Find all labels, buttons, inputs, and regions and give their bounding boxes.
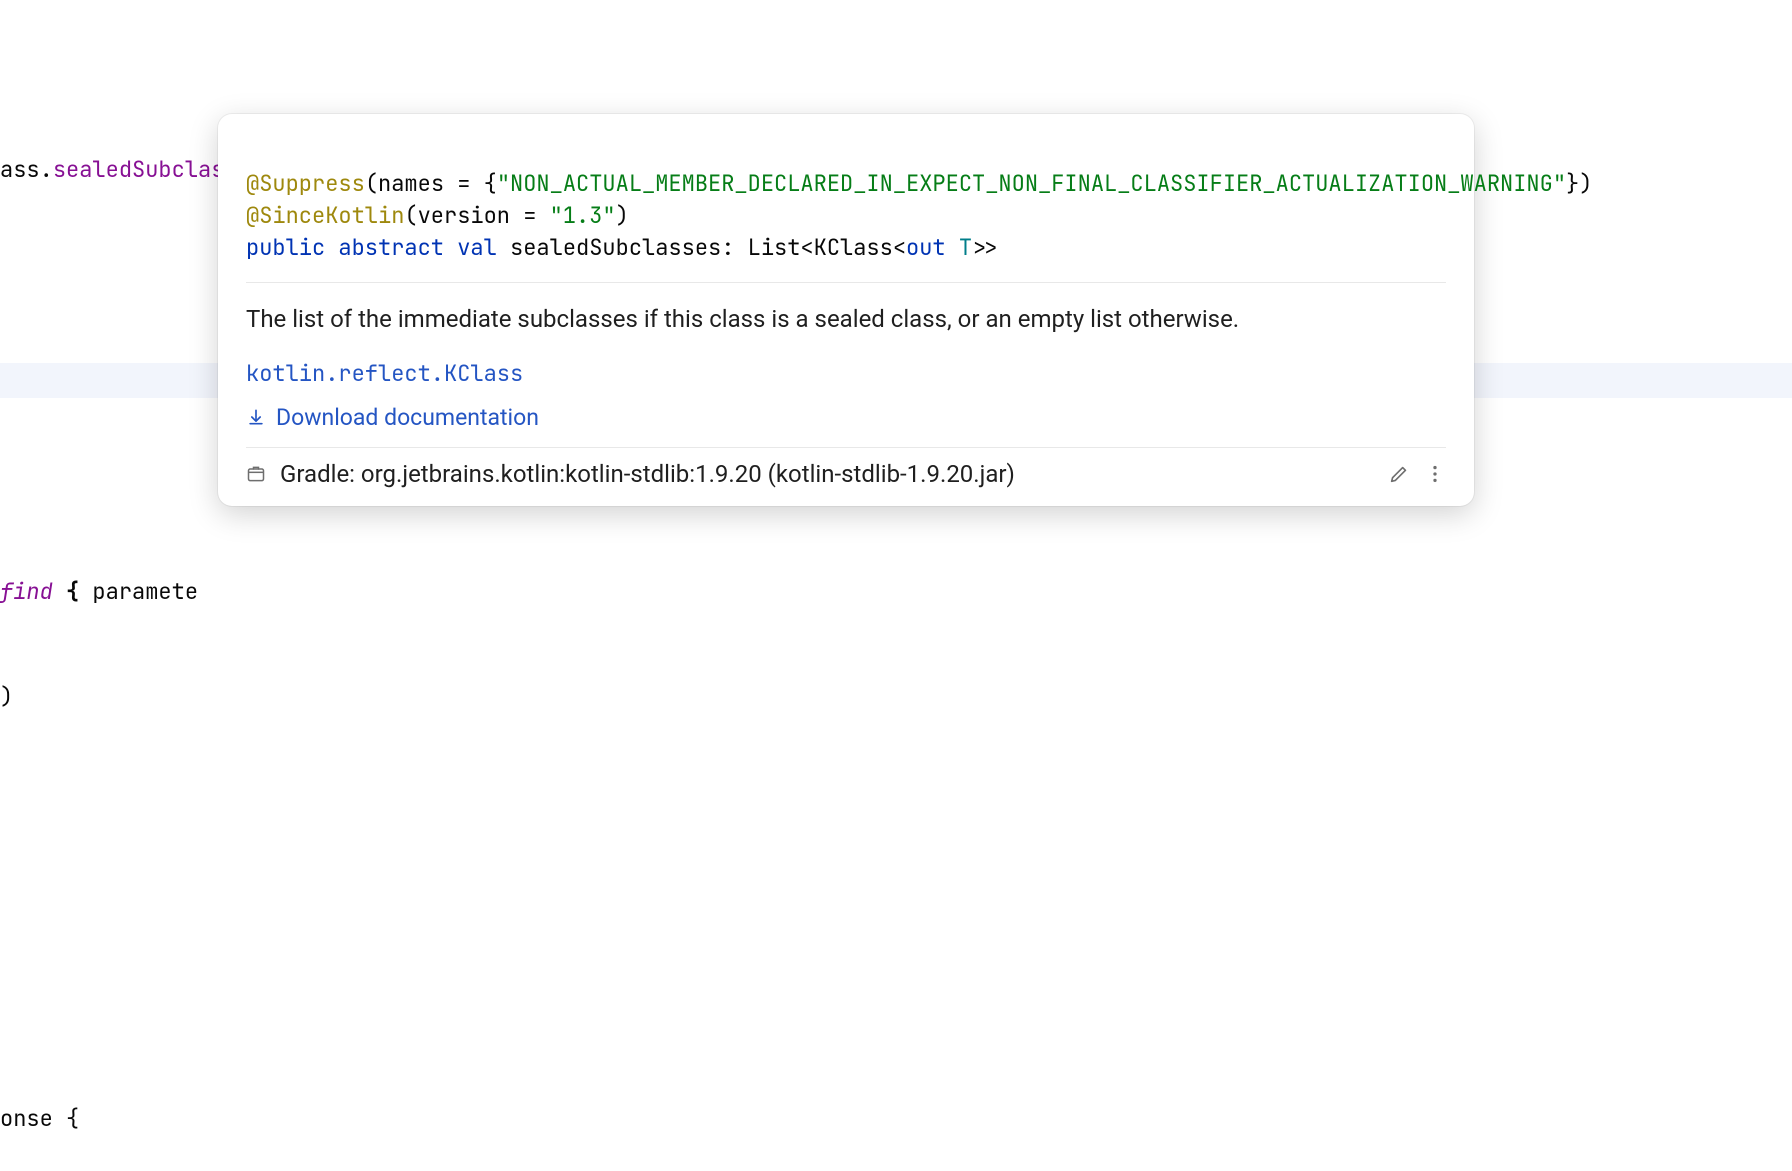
keyword: public abstract val	[246, 233, 510, 262]
code-line[interactable]: find { paramete	[0, 574, 1792, 609]
string-literal: "1.3"	[550, 201, 616, 230]
code-line[interactable]: )	[0, 679, 1792, 714]
code-token	[53, 577, 66, 606]
annotation: @Suppress	[246, 169, 365, 198]
more-button[interactable]	[1424, 463, 1446, 485]
edit-button[interactable]	[1388, 463, 1410, 485]
source-label: Gradle: org.jetbrains.kotlin:kotlin-stdl…	[280, 460, 1015, 488]
code-token: .	[40, 155, 53, 184]
code-token: {	[66, 577, 79, 606]
code-token	[79, 577, 92, 606]
code-line[interactable]: onse {	[0, 1101, 1792, 1136]
doc-footer: Gradle: org.jetbrains.kotlin:kotlin-stdl…	[246, 447, 1446, 488]
link-label: kotlin.reflect.KClass	[246, 359, 523, 388]
containing-class-link[interactable]: kotlin.reflect.KClass	[246, 359, 1446, 388]
code-token: {	[66, 1104, 79, 1133]
code-line[interactable]	[0, 785, 1792, 820]
link-label: Download documentation	[276, 404, 539, 431]
code-token: paramete	[92, 577, 198, 606]
type-param: T	[959, 233, 972, 262]
string-literal: "NON_ACTUAL_MEMBER_DECLARED_IN_EXPECT_NO…	[497, 169, 1566, 198]
code-line[interactable]	[0, 890, 1792, 925]
download-icon	[246, 407, 266, 427]
code-token: )	[0, 679, 13, 714]
code-token: onse	[0, 1104, 66, 1133]
doc-description: The list of the immediate subclasses if …	[246, 301, 1446, 337]
library-icon	[246, 464, 266, 484]
code-token: find	[0, 577, 53, 606]
code-line[interactable]	[0, 995, 1792, 1030]
quick-doc-popup: @Suppress(names = {"NON_ACTUAL_MEMBER_DE…	[218, 114, 1474, 506]
code-token: ass	[0, 155, 40, 184]
annotation: @SinceKotlin	[246, 201, 404, 230]
download-doc-link[interactable]: Download documentation	[246, 404, 1446, 431]
signature-block: @Suppress(names = {"NON_ACTUAL_MEMBER_DE…	[246, 136, 1446, 283]
